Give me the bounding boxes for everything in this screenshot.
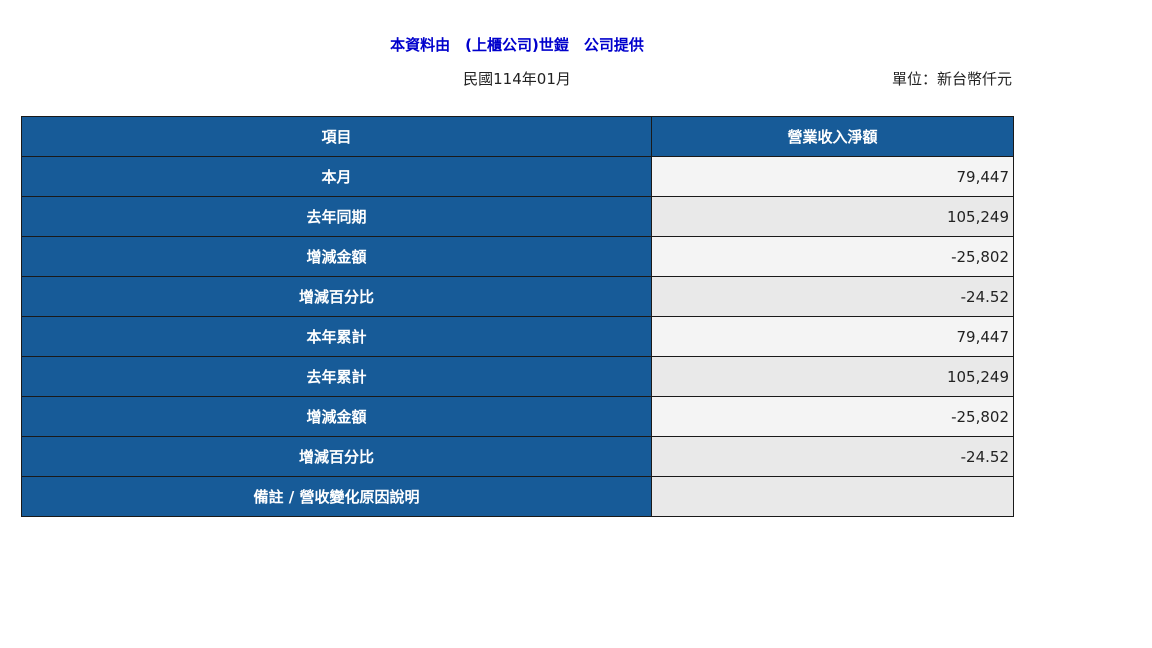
row-label: 去年累計 <box>21 356 652 397</box>
table-row: 增減金額 -25,802 <box>21 396 1014 437</box>
table-row: 增減金額 -25,802 <box>21 236 1014 277</box>
column-header-item: 項目 <box>21 116 652 157</box>
table-row: 去年同期 105,249 <box>21 196 1014 237</box>
table-row: 增減百分比 -24.52 <box>21 276 1014 317</box>
row-value: 105,249 <box>651 356 1014 397</box>
row-value: -24.52 <box>651 436 1014 477</box>
table-row: 本年累計 79,447 <box>21 316 1014 357</box>
row-label: 本月 <box>21 156 652 197</box>
row-label: 備註 / 營收變化原因說明 <box>21 476 652 517</box>
currency-unit: 單位：新台幣仟元 <box>891 70 1012 88</box>
row-label: 去年同期 <box>21 196 652 237</box>
row-value: 79,447 <box>651 316 1014 357</box>
report-title: 本資料由 (上櫃公司)世鎧 公司提供 <box>390 36 644 54</box>
row-label: 本年累計 <box>21 316 652 357</box>
row-value: -25,802 <box>651 236 1014 277</box>
row-value: -24.52 <box>651 276 1014 317</box>
column-header-revenue: 營業收入淨額 <box>651 116 1014 157</box>
table-header-row: 項目 營業收入淨額 <box>21 116 1014 157</box>
row-value: 105,249 <box>651 196 1014 237</box>
remarks-value <box>651 476 1014 517</box>
row-label: 增減百分比 <box>21 436 652 477</box>
table-row: 去年累計 105,249 <box>21 356 1014 397</box>
row-value: -25,802 <box>651 396 1014 437</box>
report-period: 民國114年01月 <box>463 70 571 88</box>
row-value: 79,447 <box>651 156 1014 197</box>
revenue-table: 項目 營業收入淨額 本月 79,447 去年同期 105,249 增減金額 -2… <box>21 116 1014 517</box>
page: 本資料由 (上櫃公司)世鎧 公司提供 民國114年01月 單位：新台幣仟元 項目… <box>0 0 1152 648</box>
table-row: 增減百分比 -24.52 <box>21 436 1014 477</box>
row-label: 增減金額 <box>21 236 652 277</box>
row-label: 增減百分比 <box>21 276 652 317</box>
table-row: 本月 79,447 <box>21 156 1014 197</box>
report-subheader: 民國114年01月 單位：新台幣仟元 <box>22 68 1012 90</box>
table-row-remarks: 備註 / 營收變化原因說明 <box>21 476 1014 517</box>
row-label: 增減金額 <box>21 396 652 437</box>
